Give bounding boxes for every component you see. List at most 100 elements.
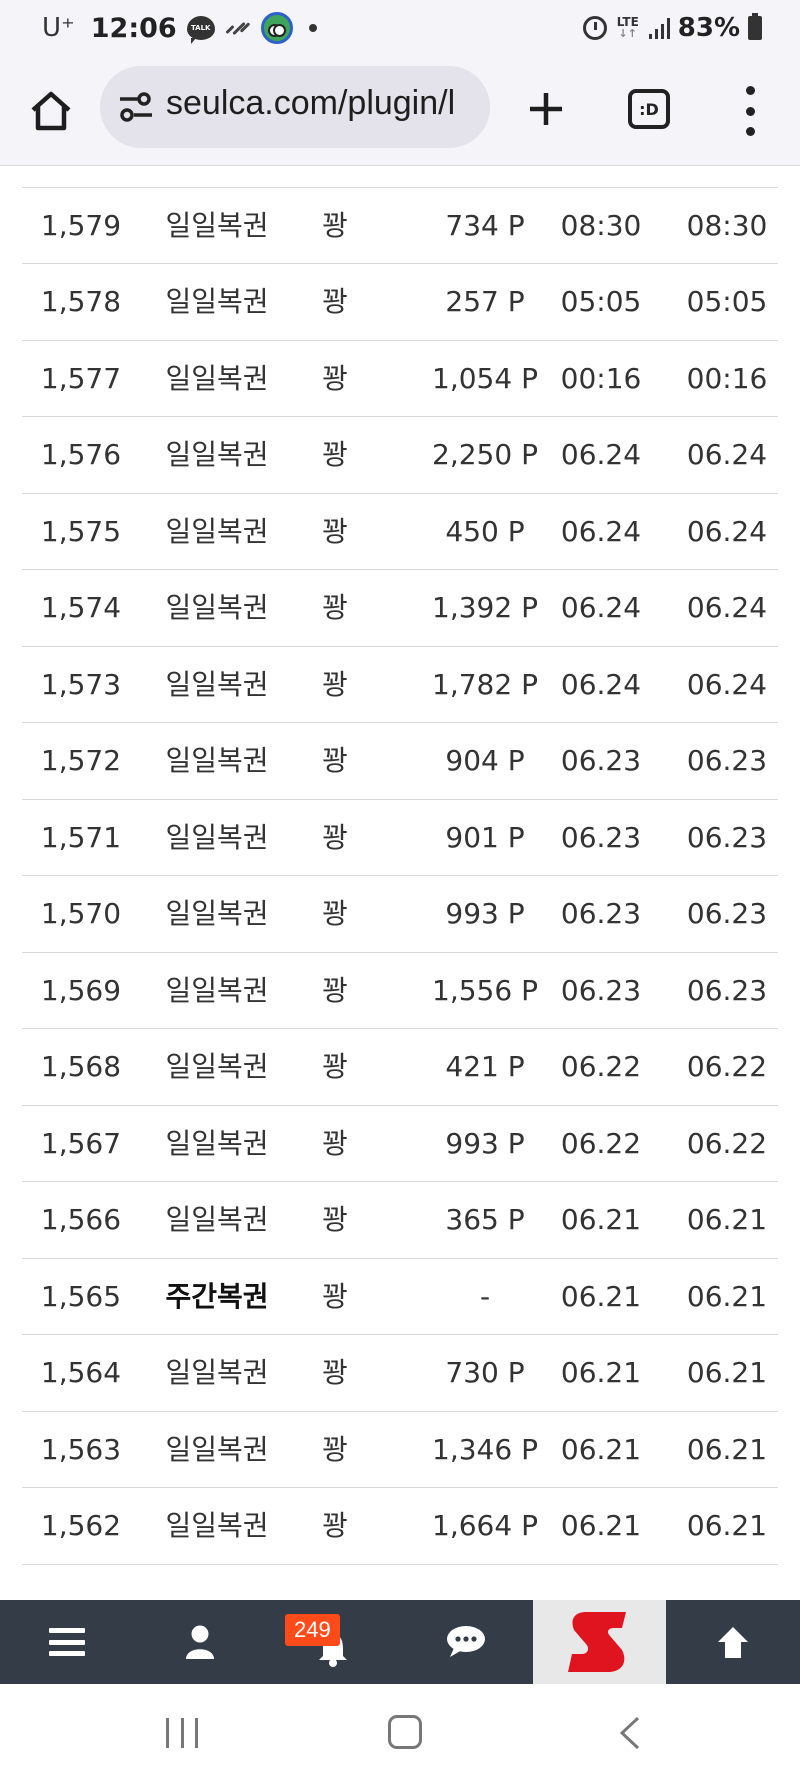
issued-time: 05:05 — [560, 285, 642, 318]
row-number: 1,580 — [22, 166, 140, 187]
table-row[interactable]: 1,569 일일복권 꽝 1,556 P 06.23 06.23 — [22, 953, 778, 1029]
result-label: 꽝 — [322, 1509, 348, 1542]
checked-time: 06.24 — [686, 514, 768, 548]
notification-count-badge[interactable]: 249 — [285, 1614, 340, 1646]
checked-time: 08:30 — [686, 208, 768, 242]
table-row[interactable]: 1,573 일일복권 꽝 1,782 P 06.24 06.24 — [22, 647, 778, 723]
issued-time: 06.23 — [560, 744, 642, 777]
result-label: 꽝 — [322, 591, 348, 624]
lottery-type[interactable]: 주간복권 — [142, 1259, 292, 1335]
table-row[interactable]: 1,564 일일복권 꽝 730 P 06.21 06.21 — [22, 1335, 778, 1412]
issued-time: 06.24 — [560, 514, 642, 548]
issued-time: 06.24 — [560, 438, 642, 471]
table-row[interactable]: 1,580일일복권꽝819 P12:0612:06 — [22, 166, 778, 188]
lottery-type[interactable]: 일일복권 — [142, 1029, 292, 1105]
more-vert-icon[interactable] — [738, 86, 762, 136]
row-number: 1,562 — [40, 1509, 122, 1542]
tabs-label: :D — [639, 99, 659, 119]
home-circle-icon[interactable] — [388, 1715, 422, 1749]
lottery-type[interactable]: 일일복권 — [142, 800, 292, 876]
lottery-type[interactable]: 일일복권 — [142, 570, 292, 646]
issued-time: 06.23 — [560, 897, 642, 930]
issued-time: 06.22 — [560, 1126, 642, 1160]
table-row[interactable]: 1,562 일일복권 꽝 1,664 P 06.21 06.21 — [22, 1488, 778, 1565]
clock: 12:06 — [90, 12, 177, 44]
table-row[interactable]: 1,567 일일복권 꽝 993 P 06.22 06.22 — [22, 1106, 778, 1182]
table-row[interactable]: 1,566 일일복권 꽝 365 P 06.21 06.21 — [22, 1182, 778, 1259]
home-button[interactable] — [26, 86, 76, 136]
row-number: 1,564 — [40, 1356, 122, 1389]
lottery-type[interactable]: 일일복권 — [142, 264, 292, 340]
recent-apps-icon[interactable] — [166, 1718, 198, 1748]
table-row[interactable]: 1,570 일일복권 꽝 993 P 06.23 06.23 — [22, 876, 778, 953]
user-button[interactable] — [133, 1600, 266, 1684]
result-label: 꽝 — [322, 820, 348, 854]
battery-percent: 83% — [677, 13, 740, 43]
row-number: 1,573 — [40, 667, 122, 701]
lottery-type[interactable]: 일일복권 — [142, 494, 292, 570]
lottery-type[interactable]: 일일복권 — [142, 647, 292, 723]
issued-time: 06.23 — [560, 820, 642, 854]
checked-time: 06.23 — [686, 973, 768, 1007]
lottery-type[interactable]: 일일복권 — [142, 1335, 292, 1411]
table-row[interactable]: 1,575 일일복권 꽝 450 P 06.24 06.24 — [22, 494, 778, 570]
issued-time: 12:06 — [530, 166, 672, 187]
row-number: 1,577 — [40, 361, 122, 395]
row-number: 1,579 — [40, 208, 122, 242]
row-number: 1,572 — [40, 744, 122, 777]
checked-time: 00:16 — [686, 361, 768, 395]
back-icon[interactable] — [618, 1716, 642, 1750]
result-label: 꽝 — [322, 361, 348, 395]
issued-time: 06.24 — [560, 591, 642, 624]
lottery-type[interactable]: 일일복권 — [142, 1488, 292, 1564]
table-row[interactable]: 1,565 주간복권 꽝 -06.21 06.21 — [22, 1259, 778, 1335]
scroll-top-button[interactable] — [666, 1600, 800, 1684]
lottery-type[interactable]: 일일복권 — [142, 953, 292, 1029]
lte-icon: LTE ↓↑ — [616, 15, 639, 40]
table-row[interactable]: 1,576 일일복권 꽝 2,250 P 06.24 06.24 — [22, 417, 778, 494]
site-logo-button[interactable]: S — [533, 1600, 666, 1684]
menu-button[interactable] — [0, 1600, 133, 1684]
row-number: 1,574 — [40, 591, 122, 624]
new-tab-button[interactable] — [520, 83, 572, 135]
table-row[interactable]: 1,572 일일복권 꽝 904 P 06.23 06.23 — [22, 723, 778, 800]
talk-icon: TALK — [186, 16, 215, 44]
table-row[interactable]: 1,579 일일복권 꽝 734 P 08:30 08:30 — [22, 188, 778, 264]
lottery-type[interactable]: 일일복권 — [142, 1182, 292, 1258]
battery-icon — [748, 13, 762, 40]
table-row[interactable]: 1,578 일일복권 꽝 257 P 05:05 05:05 — [22, 264, 778, 341]
lottery-type[interactable]: 일일복권 — [142, 723, 292, 799]
site-bottom-nav: 249 S — [0, 1600, 800, 1684]
lottery-type[interactable]: 일일복권 — [142, 1106, 292, 1182]
result-label: 꽝 — [322, 667, 348, 701]
lottery-type[interactable]: 일일복권 — [142, 1412, 292, 1488]
chat-icon — [446, 1626, 485, 1657]
issued-time: 06.22 — [560, 1050, 642, 1083]
alarm-icon — [582, 16, 607, 40]
lottery-type[interactable]: 일일복권 — [142, 417, 292, 493]
row-number: 1,575 — [40, 514, 122, 548]
result-label: 꽝 — [322, 897, 348, 930]
home-icon — [31, 91, 71, 131]
issued-time: 06.23 — [560, 973, 642, 1007]
row-number: 1,563 — [40, 1432, 122, 1466]
site-logo-icon: S — [567, 1612, 626, 1672]
table-row[interactable]: 1,577 일일복권 꽝 1,054 P 00:16 00:16 — [22, 341, 778, 417]
lottery-type[interactable]: 일일복권 — [142, 188, 292, 264]
address-bar[interactable]: seulca.com/plugin/l — [100, 66, 490, 148]
lottery-type[interactable]: 일일복권 — [142, 876, 292, 952]
result-label: 꽝 — [302, 166, 368, 187]
lottery-type[interactable]: 일일복권 — [142, 341, 292, 417]
table-row[interactable]: 1,568 일일복권 꽝 421 P 06.22 06.22 — [22, 1029, 778, 1106]
result-label: 꽝 — [322, 514, 348, 548]
row-number: 1,565 — [40, 1279, 122, 1313]
result-label: 꽝 — [322, 285, 348, 318]
table-row[interactable]: 1,574 일일복권 꽝 1,392 P 06.24 06.24 — [22, 570, 778, 647]
url-text[interactable]: seulca.com/plugin/l — [166, 84, 455, 123]
lottery-type[interactable]: 일일복권 — [142, 166, 292, 187]
table-row[interactable]: 1,563 일일복권 꽝 1,346 P 06.21 06.21 — [22, 1412, 778, 1488]
chat-button[interactable] — [399, 1600, 532, 1684]
table-row[interactable]: 1,571 일일복권 꽝 901 P 06.23 06.23 — [22, 800, 778, 876]
site-settings-icon[interactable] — [118, 90, 154, 124]
tabs-icon[interactable]: :D — [628, 89, 670, 129]
